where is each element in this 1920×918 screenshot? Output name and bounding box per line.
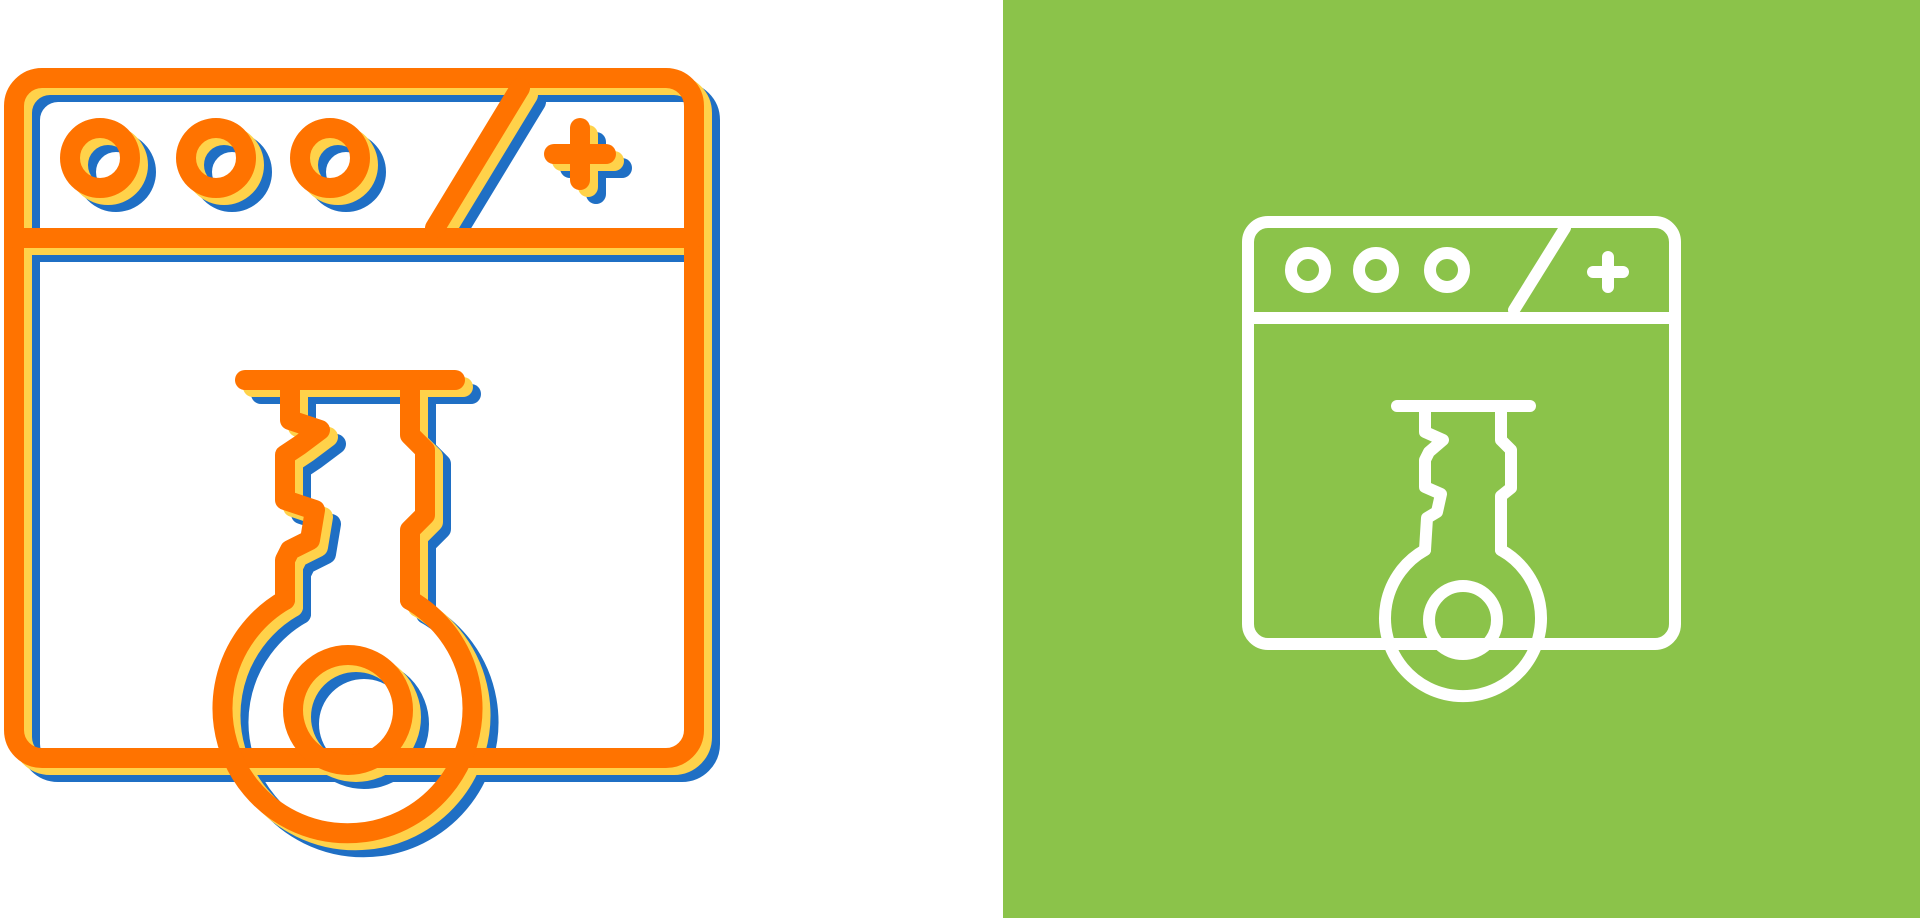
right-icon-panel xyxy=(1003,0,1920,918)
window-dot-3 xyxy=(1424,247,1470,293)
left-icon-panel xyxy=(0,0,1003,918)
tab-edge xyxy=(1508,222,1571,316)
window-dot-1 xyxy=(1285,247,1331,293)
key-head-outer xyxy=(1379,544,1547,703)
icon-shadow-blue xyxy=(30,92,710,847)
key-shaft-right xyxy=(1495,400,1517,556)
browser-key-icon-colored xyxy=(0,0,1003,918)
browser-key-line-icon xyxy=(1242,216,1681,703)
window-dot-2 xyxy=(1353,247,1399,293)
key-shaft-left xyxy=(1419,400,1449,556)
